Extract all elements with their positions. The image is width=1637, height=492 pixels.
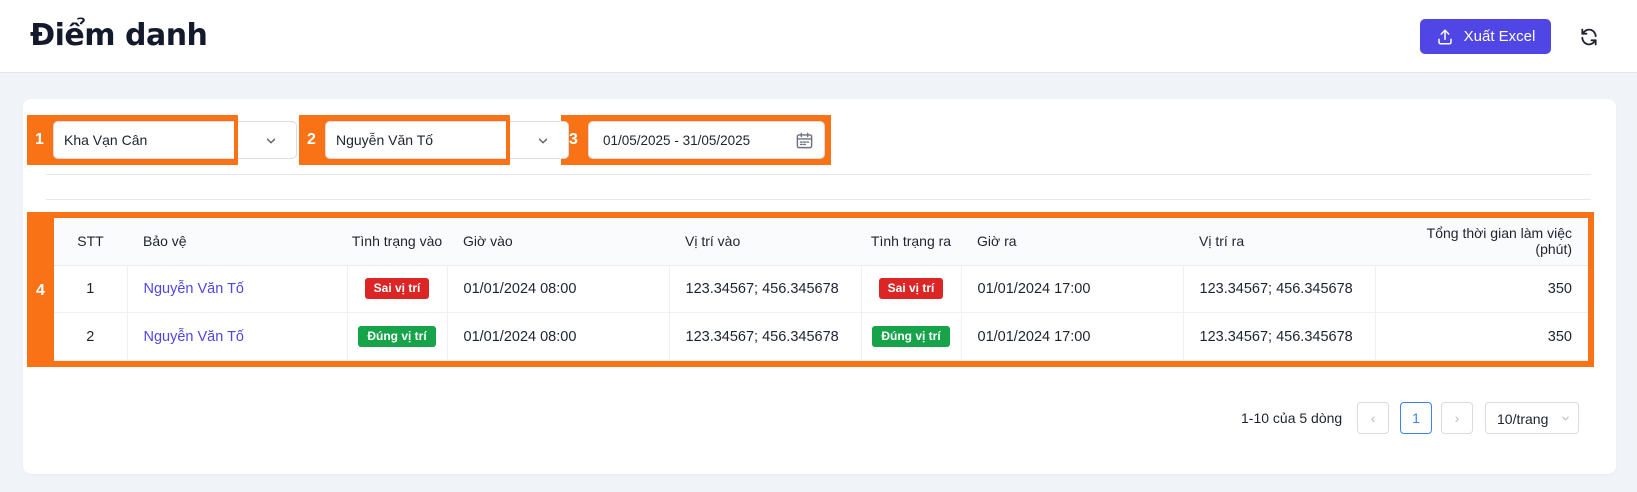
next-page-button[interactable]: › [1441,402,1473,434]
guard-select[interactable]: Nguyễn Văn Tố [325,121,569,159]
guard-name-link[interactable]: Nguyễn Văn Tố [144,329,245,345]
guard-select-value: Nguyễn Văn Tố [336,132,434,148]
position-in: 123.34567; 456.345678 [669,312,862,361]
export-excel-label: Xuất Excel [1463,28,1536,45]
annotation-label-2: 2 [307,131,316,148]
position-out: 123.34567; 456.345678 [1183,265,1376,314]
row-index: 2 [54,312,128,361]
divider [46,174,1591,175]
time-out: 01/01/2024 17:00 [961,312,1184,361]
status-in-badge: Đúng vị trí [358,326,436,348]
upload-icon [1437,29,1452,44]
column-header[interactable]: STT [54,218,127,266]
status-out-badge: Sai vị trí [878,278,944,300]
chevron-left-icon: ‹ [1370,410,1376,426]
annotation-frame-1-edge [234,115,238,165]
guard-name-link[interactable]: Nguyễn Văn Tố [144,281,245,297]
chevron-right-icon: › [1454,410,1460,426]
table-row[interactable]: 1 Nguyễn Văn Tố Sai vị trí 01/01/2024 08… [54,265,1588,314]
position-out: 123.34567; 456.345678 [1183,312,1376,361]
table-header-row: STT Bảo vệ Tình trạng vào Giờ vào Vị trí… [54,218,1588,266]
column-header[interactable]: Tình trạng vào [347,218,447,266]
position-in: 123.34567; 456.345678 [669,265,862,314]
status-in-badge: Sai vị trí [364,278,430,300]
column-header[interactable]: Giờ ra [961,218,1183,266]
chevron-down-icon [1562,416,1569,421]
time-in: 01/01/2024 08:00 [447,312,670,361]
refresh-icon [1581,28,1597,46]
annotation-frame-2-edge [506,115,510,165]
column-header[interactable]: Vị trí vào [669,218,861,266]
attendance-table: STT Bảo vệ Tình trạng vào Giờ vào Vị trí… [54,218,1588,361]
column-header[interactable]: Tình trạng ra [861,218,961,266]
time-out: 01/01/2024 17:00 [961,265,1184,314]
page-button-current[interactable]: 1 [1400,402,1432,434]
status-out-badge: Đúng vị trí [872,326,950,348]
page-header: Điểm danh Xuất Excel [0,0,1637,73]
divider [46,199,1591,200]
column-header[interactable]: Bảo vệ [127,218,347,266]
date-range-value: 01/05/2025 - 31/05/2025 [603,133,751,148]
date-range-picker[interactable]: 01/05/2025 - 31/05/2025 [588,121,825,159]
location-select-value: Kha Vạn Cân [64,132,148,148]
column-header[interactable]: Tổng thời gian làm việc (phút) [1375,218,1588,266]
total-minutes: 350 [1375,312,1588,361]
chevron-down-icon [266,138,276,144]
page-size-select[interactable]: 10/trang [1485,402,1579,434]
prev-page-button[interactable]: ‹ [1357,402,1389,434]
location-select[interactable]: Kha Vạn Cân [53,121,297,159]
export-excel-button[interactable]: Xuất Excel [1420,19,1551,54]
calendar-icon [796,132,813,149]
total-minutes: 350 [1375,265,1588,314]
table-row[interactable]: 2 Nguyễn Văn Tố Đúng vị trí 01/01/2024 0… [54,312,1588,361]
annotation-label-4: 4 [36,282,45,299]
refresh-button[interactable] [1576,24,1602,50]
annotation-label-3: 3 [569,131,578,148]
pagination-info: 1-10 của 5 dòng [1241,410,1343,426]
column-header[interactable]: Vị trí ra [1183,218,1375,266]
page-size-value: 10/trang [1497,411,1549,427]
row-index: 1 [54,265,128,314]
page-title: Điểm danh [30,18,208,53]
chevron-down-icon [538,138,548,144]
annotation-label-1: 1 [35,131,44,148]
time-in: 01/01/2024 08:00 [447,265,670,314]
page-number: 1 [1412,410,1420,426]
column-header[interactable]: Giờ vào [447,218,669,266]
